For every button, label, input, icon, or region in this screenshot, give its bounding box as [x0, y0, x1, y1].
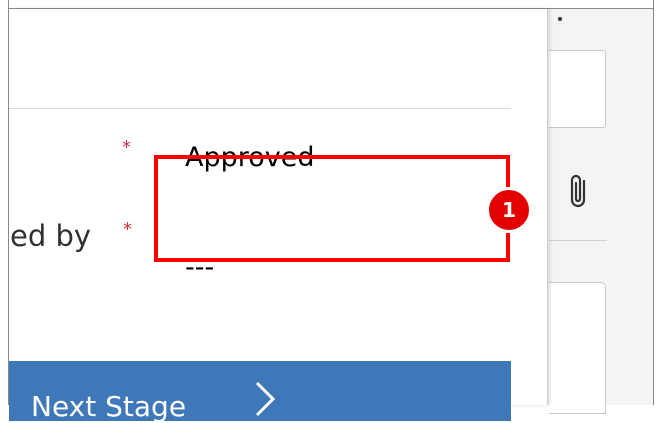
- background-input-field[interactable]: [549, 50, 606, 128]
- required-indicator: *: [123, 219, 132, 240]
- step-number-badge: 1: [486, 187, 532, 233]
- next-stage-label: Next Stage: [31, 390, 187, 423]
- highlight-rectangle: [154, 155, 510, 262]
- flyout-divider: [9, 108, 511, 109]
- background-textarea[interactable]: [549, 282, 606, 414]
- bullet-dot: [558, 17, 562, 21]
- paperclip-icon[interactable]: [566, 172, 592, 212]
- window-left-border: [0, 0, 9, 405]
- approved-by-label: ed by: [10, 219, 92, 253]
- required-indicator: *: [122, 137, 131, 158]
- window-top-border: [0, 0, 665, 9]
- window-right-border: [653, 0, 665, 405]
- chevron-right-icon: [255, 381, 276, 417]
- background-divider: [549, 240, 607, 241]
- next-stage-button[interactable]: Next Stage: [9, 361, 511, 423]
